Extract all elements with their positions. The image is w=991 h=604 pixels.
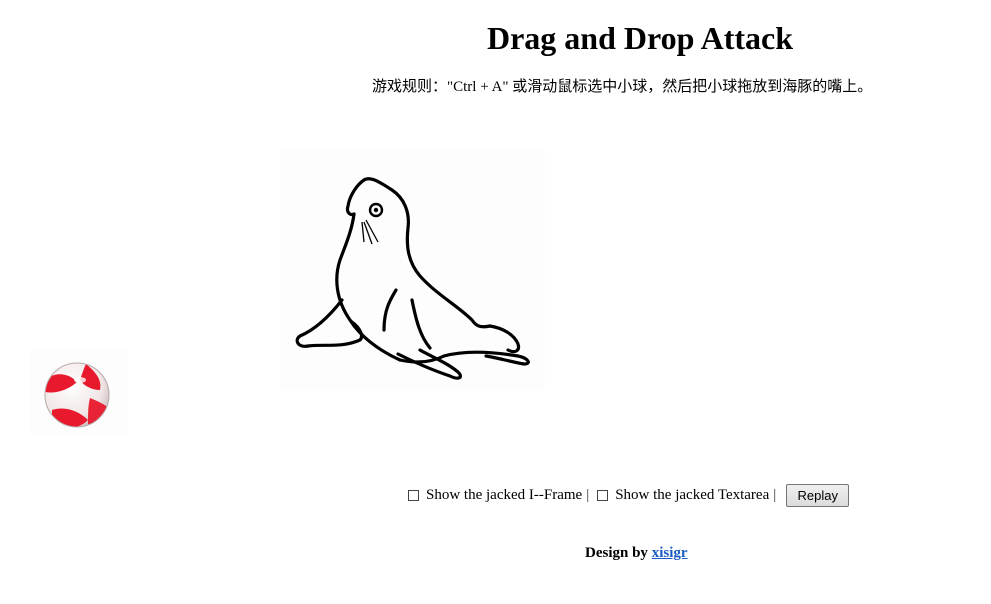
game-rules: 游戏规则："Ctrl + A" 或滑动鼠标选中小球，然后把小球拖放到海豚的嘴上。 (372, 79, 873, 95)
iframe-checkbox-label: Show the jacked I--Frame (426, 487, 583, 503)
draggable-ball[interactable] (30, 350, 128, 434)
control-bar: Show the jacked I--Frame | Show the jack… (408, 483, 850, 507)
seal-target-image[interactable] (280, 150, 545, 390)
author-link[interactable]: xisigr (652, 545, 688, 561)
page-title: Drag and Drop Attack (486, 20, 794, 56)
page: Drag and Drop Attack 游戏规则："Ctrl + A" 或滑动… (0, 0, 991, 604)
iframe-checkbox[interactable] (408, 489, 419, 501)
seal-icon (295, 177, 530, 380)
replay-button[interactable]: Replay (786, 483, 850, 507)
textarea-checkbox[interactable] (597, 489, 609, 501)
design-credit: Design by xisigr (585, 543, 688, 563)
separator: | (586, 487, 590, 503)
textarea-checkbox-label: Show the jacked Textarea (615, 487, 770, 503)
separator: | (773, 487, 777, 503)
design-credit-prefix: Design by (585, 545, 648, 561)
beach-ball-icon (44, 362, 110, 428)
